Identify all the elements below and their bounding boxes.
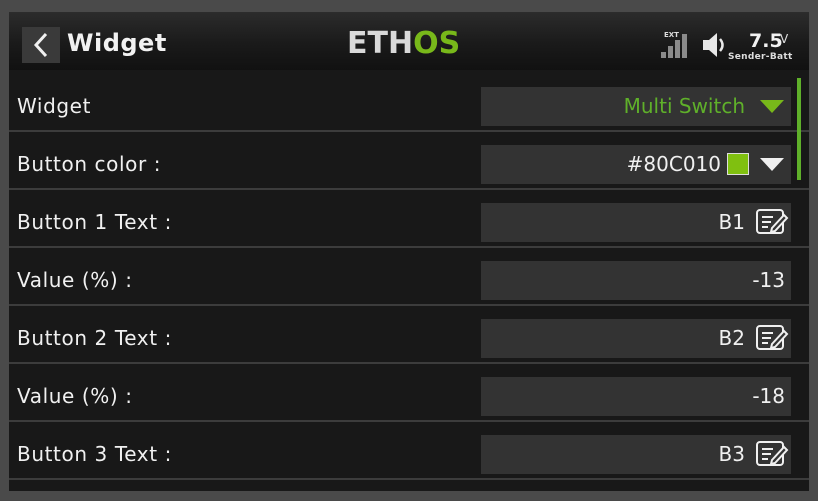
screen: Widget ETHOS EXT 7.5 V Sender-Batt Widge…: [9, 12, 809, 491]
speaker-icon: [703, 33, 724, 57]
list-item-value-2: Value (%) : -18: [9, 364, 809, 422]
battery-label: Sender-Batt: [728, 52, 793, 62]
row-label: Button 1 Text :: [17, 210, 172, 234]
edit-icon: [756, 209, 789, 234]
list-item-button-color: Button color : #80C010: [9, 132, 809, 190]
widget-value: Multi Switch: [623, 94, 745, 118]
battery-voltage: 7.5: [749, 30, 783, 52]
button-3-text-field[interactable]: B3: [481, 435, 791, 474]
widget-select[interactable]: Multi Switch: [481, 87, 791, 126]
dropdown-arrow-icon: [760, 100, 784, 113]
button-2-text-value: B2: [718, 326, 745, 350]
edit-icon: [756, 441, 789, 466]
button-color-select[interactable]: #80C010: [481, 145, 791, 184]
header-bar: Widget ETHOS EXT 7.5 V Sender-Batt: [9, 12, 809, 70]
list-item-button-1-text: Button 1 Text : B1: [9, 190, 809, 248]
signal-strength-icon: [661, 34, 687, 58]
list-item-button-3-text: Button 3 Text : B3: [9, 422, 809, 480]
value-1-value: -13: [752, 268, 785, 292]
value-2-value: -18: [752, 384, 785, 408]
row-label: Value (%) :: [17, 268, 133, 292]
button-1-text-value: B1: [718, 210, 745, 234]
value-2-field[interactable]: -18: [481, 377, 791, 416]
row-label: Value (%) :: [17, 384, 133, 408]
button-1-text-field[interactable]: B1: [481, 203, 791, 242]
button-color-value: #80C010: [626, 152, 721, 176]
page-title: Widget: [67, 29, 167, 57]
device-frame: Widget ETHOS EXT 7.5 V Sender-Batt Widge…: [0, 0, 818, 501]
voltage-unit: V: [780, 32, 789, 46]
row-label: Button 2 Text :: [17, 326, 172, 350]
ethos-logo: ETHOS: [347, 26, 461, 61]
chevron-left-icon: [33, 32, 48, 58]
row-label: Button 3 Text :: [17, 442, 172, 466]
color-swatch: [727, 153, 749, 175]
button-3-text-value: B3: [718, 442, 745, 466]
scrollbar[interactable]: [797, 78, 801, 180]
row-label: Button color :: [17, 152, 162, 176]
value-1-field[interactable]: -13: [481, 261, 791, 300]
row-label: Widget: [17, 94, 92, 118]
back-button[interactable]: [22, 27, 60, 63]
settings-list: Widget Multi Switch Button color : #80C0…: [9, 74, 809, 480]
list-item-widget: Widget Multi Switch: [9, 74, 809, 132]
list-item-value-1: Value (%) : -13: [9, 248, 809, 306]
button-2-text-field[interactable]: B2: [481, 319, 791, 358]
edit-icon: [756, 325, 789, 350]
dropdown-arrow-icon: [760, 158, 784, 171]
list-item-button-2-text: Button 2 Text : B2: [9, 306, 809, 364]
